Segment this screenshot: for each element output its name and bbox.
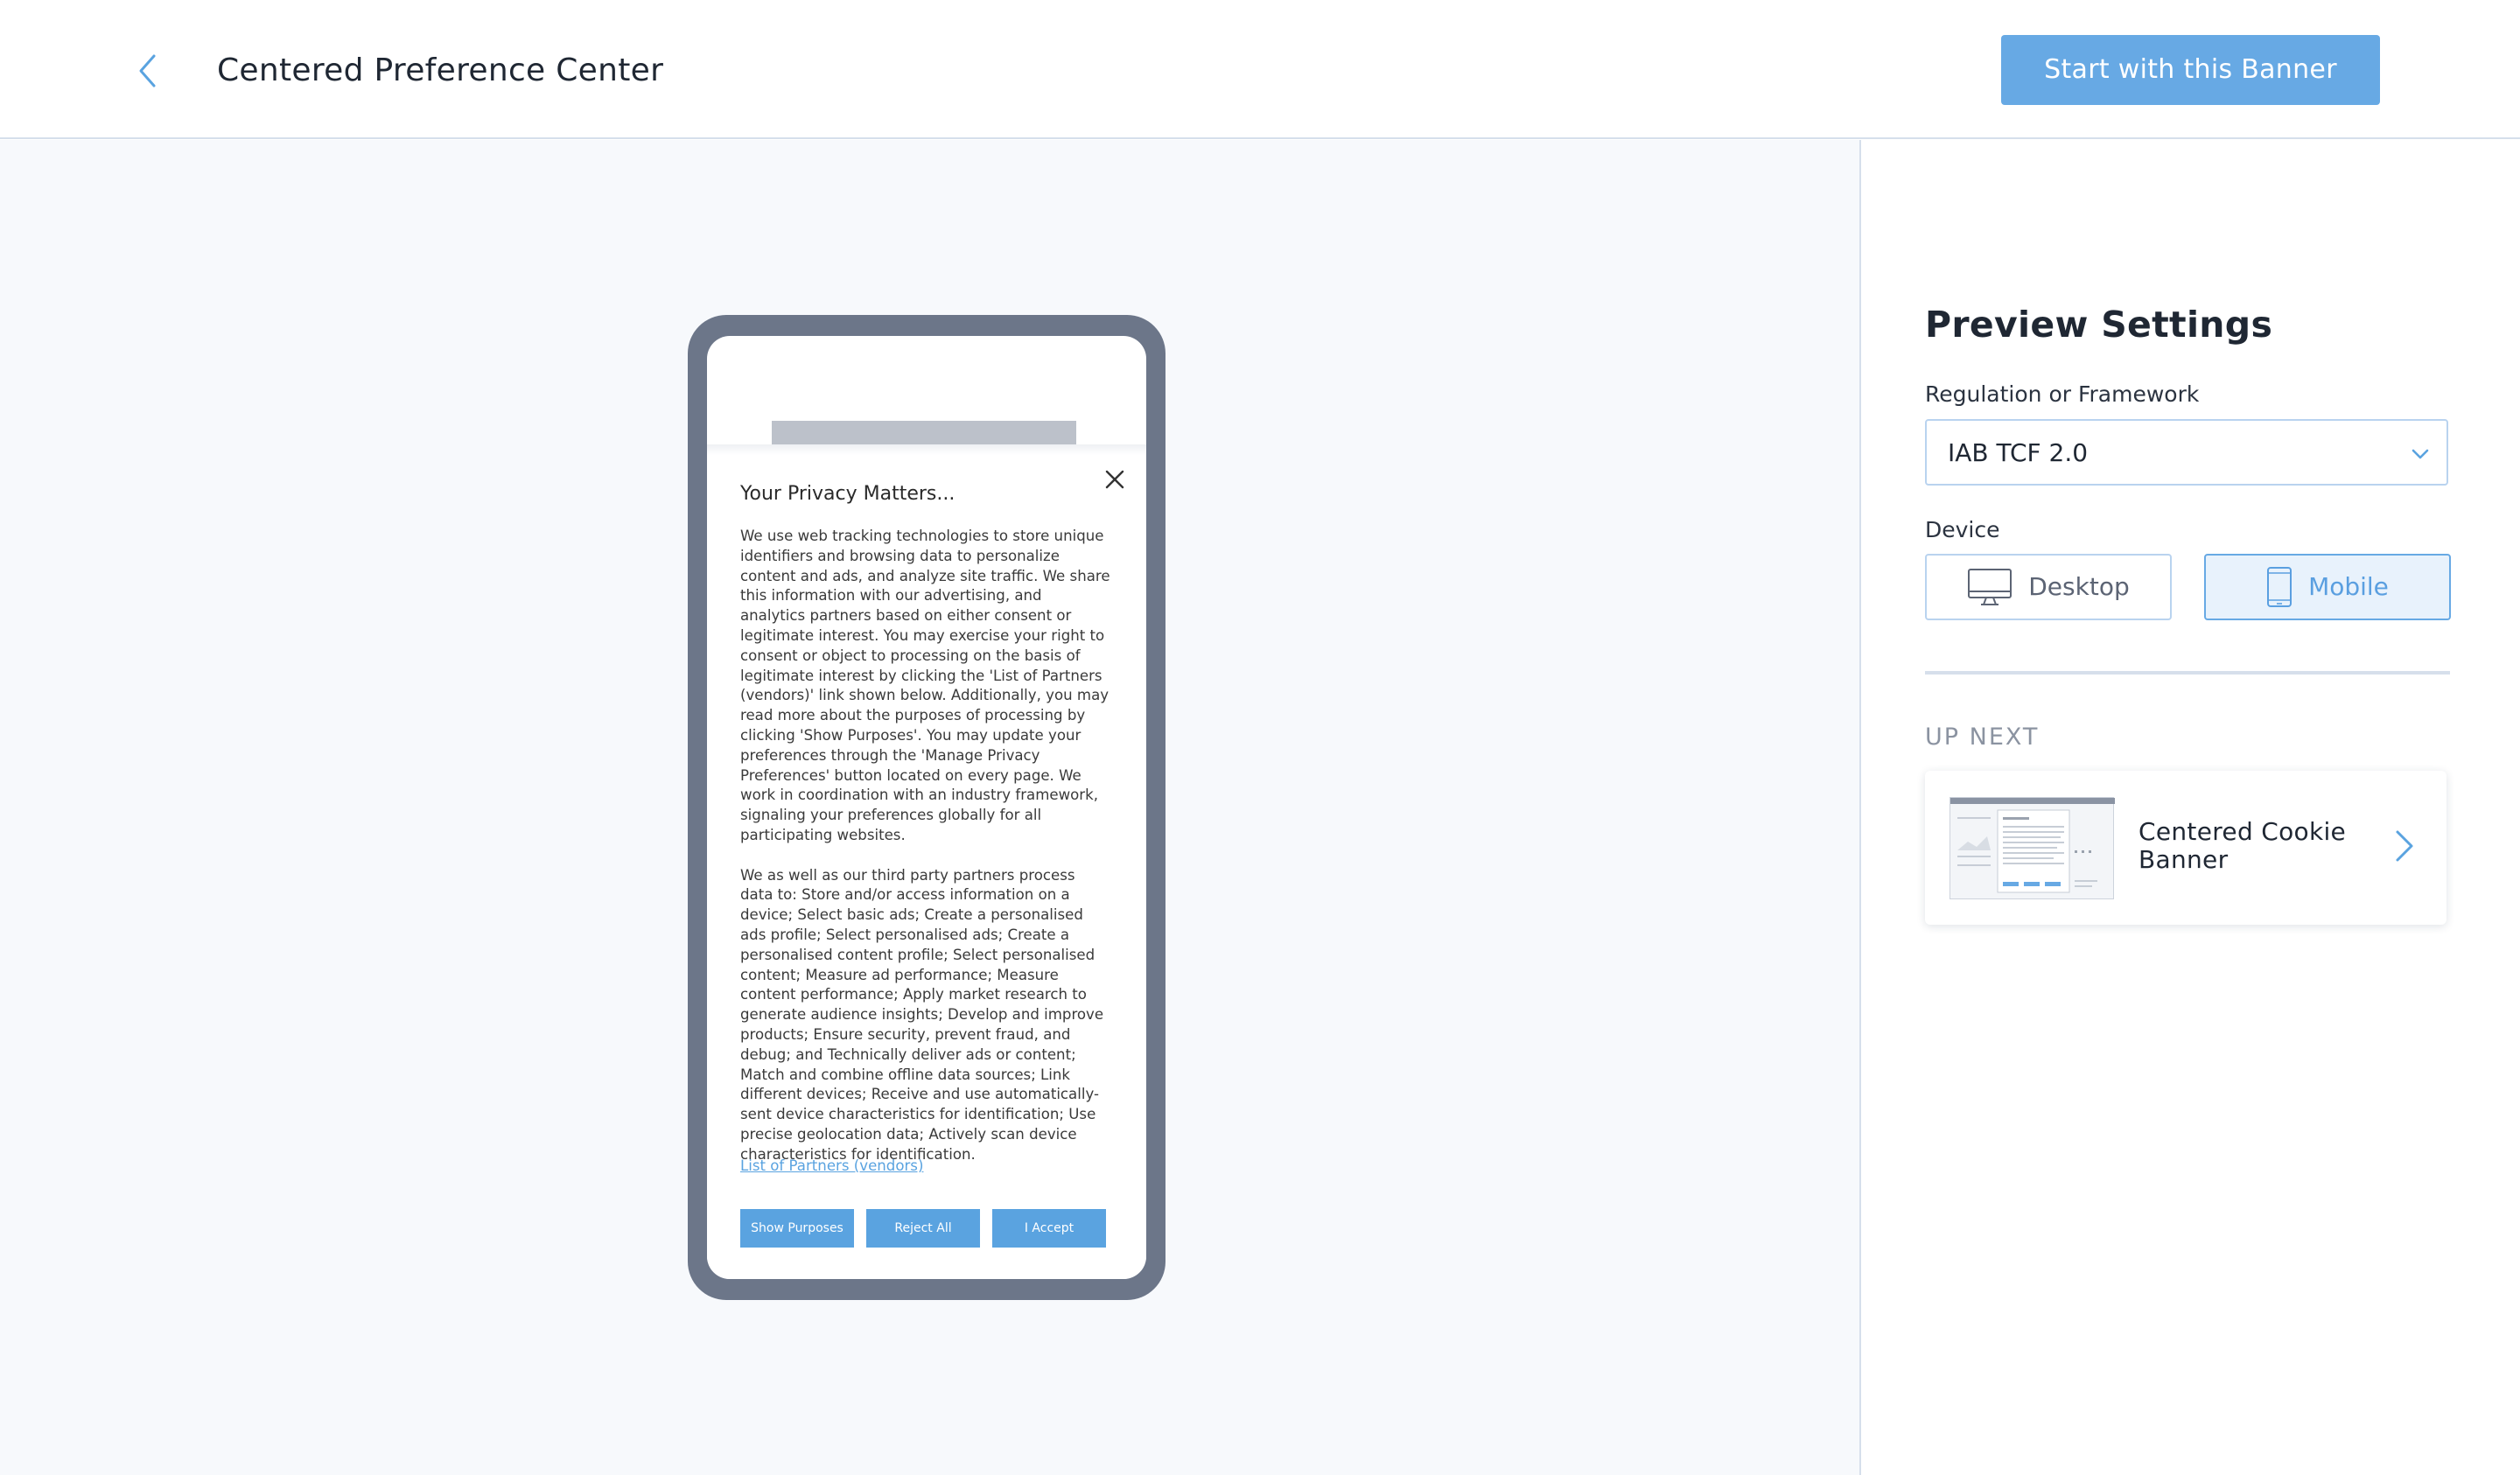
panel-divider bbox=[1859, 140, 1861, 1475]
banner-shadow bbox=[707, 444, 1146, 455]
regulation-select[interactable]: IAB TCF 2.0 bbox=[1925, 419, 2448, 486]
device-screen: Your Privacy Matters... We use web track… bbox=[707, 336, 1146, 1279]
accept-button[interactable]: I Accept bbox=[992, 1209, 1106, 1248]
desktop-monitor-icon bbox=[1968, 569, 2012, 605]
up-next-label: UP NEXT bbox=[1925, 724, 2040, 751]
up-next-title: Centered Cookie Banner bbox=[2138, 817, 2347, 874]
partners-vendors-link[interactable]: List of Partners (vendors) bbox=[740, 1157, 923, 1176]
mobile-toggle-button[interactable]: Mobile bbox=[2204, 554, 2451, 620]
start-with-banner-button[interactable]: Start with this Banner bbox=[2001, 35, 2380, 105]
chevron-right-icon bbox=[2396, 830, 2413, 862]
device-label: Device bbox=[1925, 517, 2000, 542]
regulation-selected-value: IAB TCF 2.0 bbox=[1948, 438, 2089, 467]
chevron-left-icon bbox=[139, 54, 156, 87]
page-title: Centered Preference Center bbox=[217, 52, 664, 88]
banner-paragraph: We use web tracking technologies to stor… bbox=[740, 528, 1110, 843]
banner-title: Your Privacy Matters... bbox=[740, 483, 956, 505]
banner-thumbnail bbox=[1950, 797, 2115, 899]
banner-paragraph: We as well as our third party partners p… bbox=[740, 866, 1104, 1163]
mobile-label: Mobile bbox=[2308, 572, 2389, 601]
regulation-label: Regulation or Framework bbox=[1925, 381, 2200, 407]
mobile-phone-icon bbox=[2267, 567, 2292, 607]
show-purposes-button[interactable]: Show Purposes bbox=[740, 1209, 854, 1248]
cookie-banner: Your Privacy Matters... We use web track… bbox=[707, 455, 1146, 1279]
mobile-device-frame: Your Privacy Matters... We use web track… bbox=[688, 315, 1166, 1300]
placeholder-header-bar bbox=[772, 421, 1076, 445]
chevron-down-icon bbox=[2412, 449, 2429, 459]
preview-canvas: Your Privacy Matters... We use web track… bbox=[0, 140, 1859, 1475]
settings-divider bbox=[1925, 671, 2450, 675]
up-next-card[interactable]: Centered Cookie Banner bbox=[1925, 771, 2446, 925]
reject-all-button[interactable]: Reject All bbox=[866, 1209, 980, 1248]
desktop-toggle-button[interactable]: Desktop bbox=[1925, 554, 2172, 620]
top-header: Centered Preference Center Start with th… bbox=[0, 0, 2520, 139]
preview-settings-title: Preview Settings bbox=[1925, 304, 2273, 346]
desktop-label: Desktop bbox=[2028, 572, 2130, 601]
banner-description: We use web tracking technologies to stor… bbox=[740, 527, 1111, 1185]
back-button[interactable] bbox=[131, 49, 163, 93]
close-icon[interactable] bbox=[1102, 467, 1127, 492]
